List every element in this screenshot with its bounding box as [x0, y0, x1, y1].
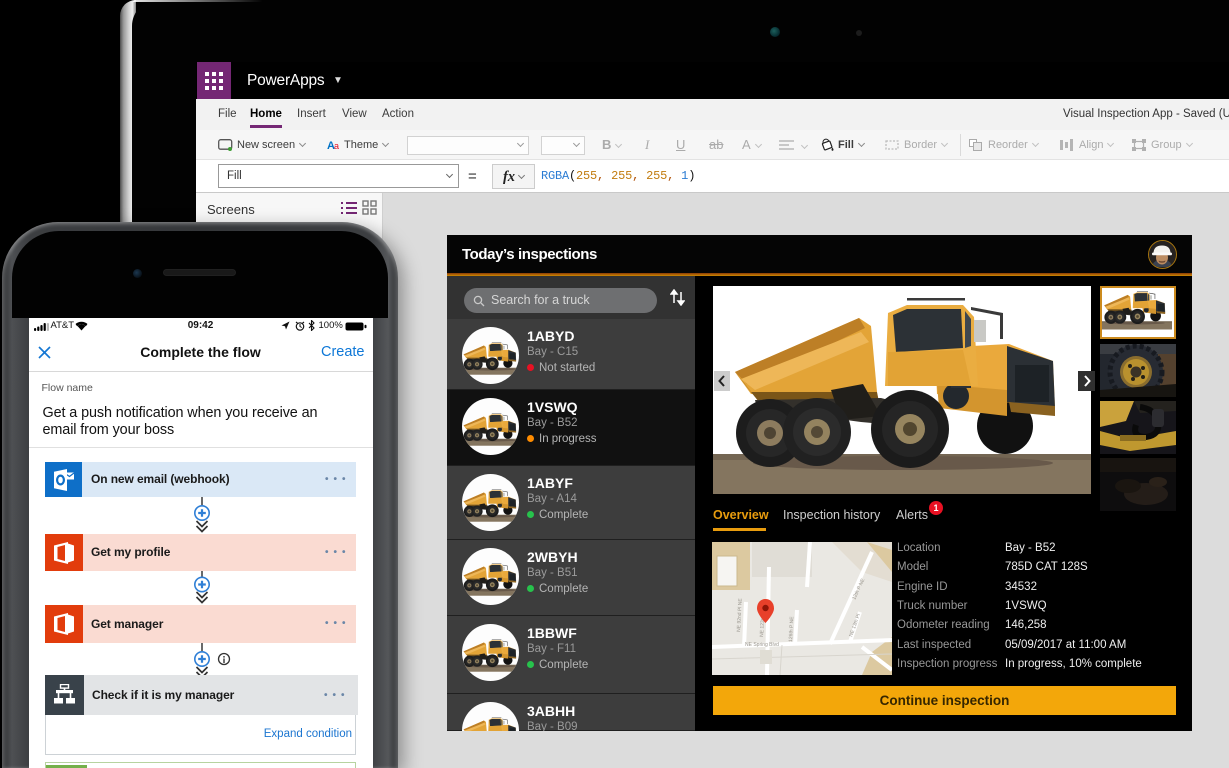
svg-text:NE Spring Blvd: NE Spring Blvd [745, 642, 779, 648]
svg-text:a: a [334, 141, 339, 151]
